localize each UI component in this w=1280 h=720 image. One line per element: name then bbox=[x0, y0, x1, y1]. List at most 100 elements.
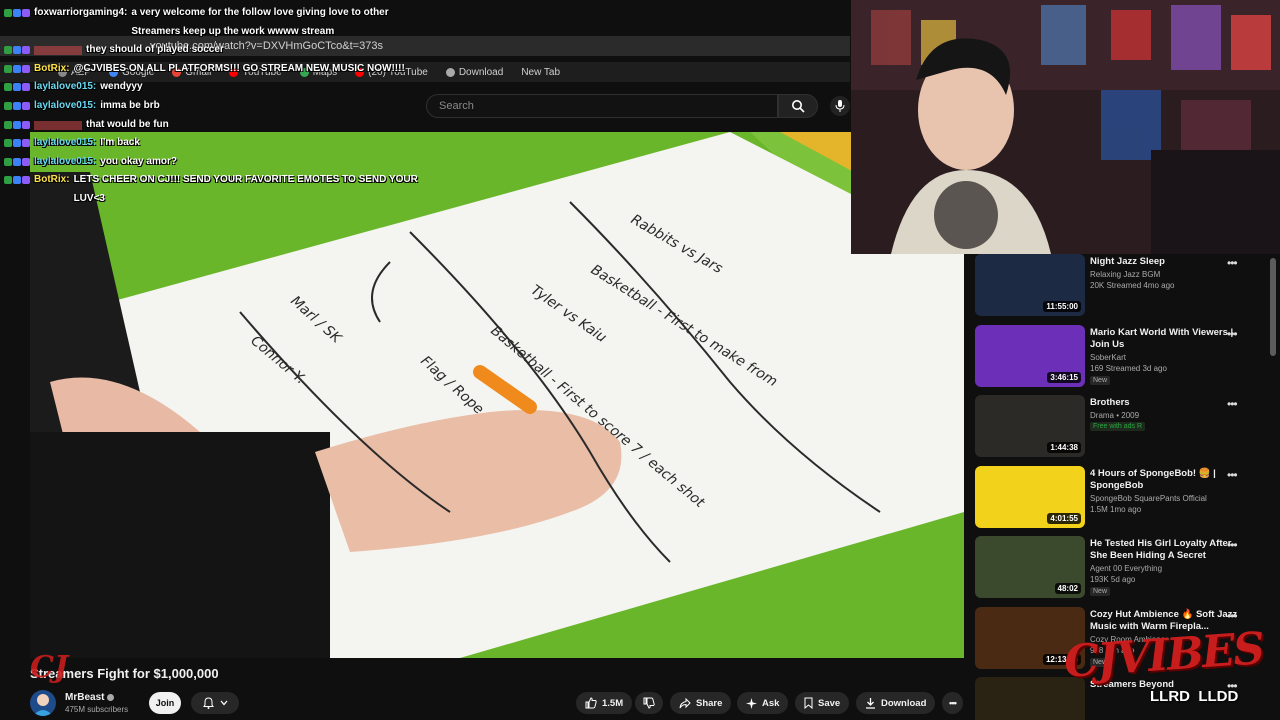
more-options-icon[interactable]: ••• bbox=[1227, 256, 1238, 270]
chat-username: laylalove015: bbox=[34, 81, 97, 93]
recommended-title[interactable]: Night Jazz Sleep bbox=[1090, 256, 1240, 268]
badge-icon bbox=[4, 64, 12, 73]
video-thumbnail[interactable]: 1:44:38 bbox=[975, 395, 1085, 457]
chat-message: foxwarriorgaming4: a very welcome for the… bbox=[0, 4, 420, 41]
like-button[interactable]: 1.5M bbox=[576, 692, 633, 714]
recommended-channel[interactable]: SoberKart bbox=[1090, 353, 1126, 362]
badge-icon bbox=[4, 46, 12, 55]
bottom-overlay-tag: LLRD LLDD bbox=[1150, 688, 1239, 705]
video-thumbnail[interactable]: 11:55:00 bbox=[975, 254, 1085, 316]
recommended-channel[interactable]: Drama • 2009 bbox=[1090, 411, 1139, 420]
chat-badges bbox=[4, 101, 30, 110]
more-options-icon[interactable]: ••• bbox=[1227, 609, 1238, 623]
chat-text: LETS CHEER ON CJ!!! SEND YOUR FAVORITE E… bbox=[73, 174, 418, 204]
join-button[interactable]: Join bbox=[149, 692, 181, 714]
chat-message: laylalove015: you okay amor? bbox=[0, 153, 420, 172]
save-button[interactable]: Save bbox=[795, 692, 850, 714]
badge-icon bbox=[4, 139, 12, 148]
more-options-icon[interactable]: ••• bbox=[1227, 397, 1238, 411]
more-options-icon[interactable]: ••• bbox=[1227, 327, 1238, 341]
bookmark-item[interactable]: Download bbox=[445, 66, 504, 78]
more-actions-button[interactable]: ••• bbox=[942, 692, 963, 714]
video-duration: 4:01:55 bbox=[1047, 512, 1081, 524]
globe-icon bbox=[445, 67, 455, 77]
video-thumbnail[interactable]: 3:46:15 bbox=[975, 324, 1085, 387]
recommended-title[interactable]: Brothers bbox=[1090, 397, 1240, 409]
chat-badges bbox=[4, 157, 30, 166]
video-player[interactable]: Rabbits vs Jars Basketball - First to ma… bbox=[30, 132, 964, 658]
chat-text: they should of played soccer bbox=[86, 44, 224, 56]
badge-icon bbox=[22, 176, 30, 185]
badge-icon bbox=[4, 176, 12, 185]
ask-label: Ask bbox=[762, 697, 780, 709]
channel-name[interactable]: MrBeast bbox=[65, 692, 115, 703]
search-input[interactable]: Search bbox=[426, 94, 778, 118]
recommended-channel[interactable]: SpongeBob SquarePants Official bbox=[1090, 494, 1207, 503]
share-icon bbox=[679, 697, 691, 708]
channel-avatar[interactable] bbox=[30, 690, 56, 716]
thumbs-down-icon bbox=[643, 697, 655, 709]
more-icon: ••• bbox=[949, 697, 957, 709]
recommended-video[interactable]: 1:44:38 Brothers Drama • 2009 Free with ads… bbox=[975, 395, 1265, 461]
video-thumbnail[interactable]: 48:02 bbox=[975, 536, 1085, 598]
video-duration: 3:46:15 bbox=[1047, 371, 1081, 383]
notifications-button[interactable] bbox=[191, 692, 239, 714]
recommended-channel[interactable]: Relaxing Jazz BGM bbox=[1090, 270, 1160, 279]
webcam-image bbox=[851, 0, 1280, 254]
recommended-title[interactable]: 4 Hours of SpongeBob! 🍔 | SpongeBob bbox=[1090, 468, 1240, 492]
channel-name-text: MrBeast bbox=[65, 692, 105, 703]
chat-text: that would be fun bbox=[86, 118, 169, 130]
download-button[interactable]: Download bbox=[856, 692, 936, 714]
share-button[interactable]: Share bbox=[670, 692, 732, 714]
recommended-meta: 20K Streamed 4mo ago bbox=[1090, 281, 1175, 290]
badge-icon bbox=[13, 9, 21, 17]
badge-icon bbox=[22, 46, 30, 55]
search-button[interactable] bbox=[778, 94, 818, 118]
save-label: Save bbox=[818, 697, 841, 709]
verified-icon bbox=[107, 693, 115, 701]
chat-username: BotRix: bbox=[34, 174, 70, 186]
chat-message: laylalove015: wendyyy bbox=[0, 78, 420, 97]
badge-icon bbox=[13, 120, 21, 129]
recommended-badge: New bbox=[1090, 587, 1111, 596]
chat-username: BotRix: bbox=[34, 62, 70, 74]
ask-button[interactable]: Ask bbox=[737, 692, 789, 714]
recommended-meta: 169 Streamed 3d ago bbox=[1090, 363, 1167, 373]
recommended-video[interactable]: 11:55:00 Night Jazz Sleep Relaxing Jazz BG… bbox=[975, 254, 1265, 320]
recommended-video[interactable]: 48:02 He Tested His Girl Loyalty After Sh… bbox=[975, 536, 1265, 602]
badge-icon bbox=[4, 83, 12, 92]
video-thumbnail[interactable]: 4:01:55 bbox=[975, 465, 1085, 528]
chat-text: imma be brb bbox=[100, 99, 160, 111]
webcam-feed bbox=[851, 0, 1280, 254]
chat-username: laylalove015: bbox=[34, 155, 97, 167]
recommended-title[interactable]: Mario Kart World With Viewers | Join Us bbox=[1090, 327, 1240, 351]
chat-text: wendyyy bbox=[100, 81, 143, 93]
more-options-icon[interactable]: ••• bbox=[1227, 538, 1238, 552]
bookmark-icon bbox=[804, 697, 813, 709]
sidebar-scrollbar[interactable] bbox=[1270, 258, 1276, 356]
badge-icon bbox=[4, 101, 12, 110]
thumbs-up-icon bbox=[585, 697, 597, 709]
microphone-icon bbox=[835, 100, 845, 112]
video-duration: 1:44:38 bbox=[1047, 442, 1081, 453]
chat-badges bbox=[4, 120, 30, 129]
more-options-icon[interactable]: ••• bbox=[1227, 468, 1238, 482]
video-duration: 11:55:00 bbox=[1043, 301, 1081, 312]
recommended-title[interactable]: He Tested His Girl Loyalty After She Bee… bbox=[1090, 538, 1240, 562]
bookmark-item[interactable]: New Tab bbox=[521, 67, 560, 78]
chat-message: laylalove015: imma be brb bbox=[0, 97, 420, 116]
bookmark-label: Download bbox=[458, 66, 504, 78]
chat-text: I'm back bbox=[100, 137, 140, 149]
recommended-badge: New bbox=[1090, 375, 1111, 385]
share-label: Share bbox=[696, 697, 723, 709]
chat-badges bbox=[4, 46, 30, 55]
recommended-video[interactable]: 4:01:55 4 Hours of SpongeBob! 🍔 | SpongeB… bbox=[975, 465, 1265, 532]
badge-icon bbox=[22, 101, 30, 110]
chat-text: you okay amor? bbox=[100, 155, 177, 167]
dislike-button[interactable] bbox=[635, 692, 663, 714]
badge-icon bbox=[13, 64, 21, 73]
bookmark-label: New Tab bbox=[521, 66, 561, 78]
recommended-video[interactable]: 3:46:15 Mario Kart World With Viewers | J… bbox=[975, 324, 1265, 391]
voice-search-button[interactable] bbox=[830, 96, 850, 116]
recommended-channel[interactable]: Agent 00 Everything bbox=[1090, 564, 1162, 573]
